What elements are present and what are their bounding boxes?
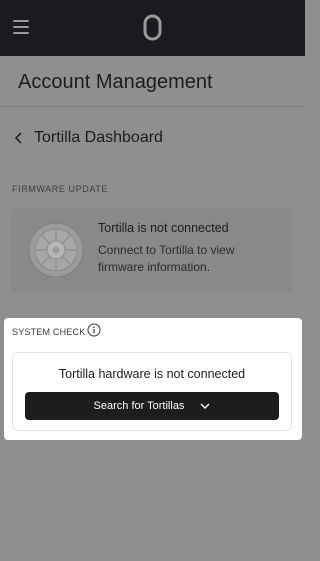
gear-icon bbox=[28, 222, 84, 278]
breadcrumb-label: Tortilla Dashboard bbox=[34, 129, 163, 146]
firmware-section-label: FIRMWARE UPDATE bbox=[12, 184, 108, 194]
chevron-left-icon bbox=[14, 132, 22, 144]
hamburger-menu-icon[interactable] bbox=[13, 20, 29, 34]
search-for-tortillas-button[interactable]: Search for Tortillas bbox=[25, 392, 279, 420]
page-title: Account Management bbox=[18, 71, 213, 93]
top-app-bar bbox=[0, 0, 305, 56]
system-check-label: SYSTEM CHECK bbox=[12, 327, 86, 337]
firmware-status-title: Tortilla is not connected bbox=[98, 221, 229, 235]
hardware-status-text: Tortilla hardware is not connected bbox=[58, 367, 246, 381]
system-check-card: Tortilla hardware is not connected Searc… bbox=[12, 352, 292, 431]
chevron-down-icon bbox=[200, 403, 210, 409]
firmware-card: Tortilla is not connected Connect to Tor… bbox=[11, 208, 292, 292]
system-check-panel: SYSTEM CHECK Tortilla hardware is not co… bbox=[4, 318, 302, 440]
firmware-status-description: Connect to Tortilla to view firmware inf… bbox=[98, 243, 235, 274]
search-button-label: Search for Tortillas bbox=[93, 400, 185, 412]
zero-logo-icon bbox=[143, 14, 162, 41]
info-icon[interactable] bbox=[87, 323, 101, 337]
back-to-dashboard-link[interactable]: Tortilla Dashboard bbox=[14, 128, 163, 148]
